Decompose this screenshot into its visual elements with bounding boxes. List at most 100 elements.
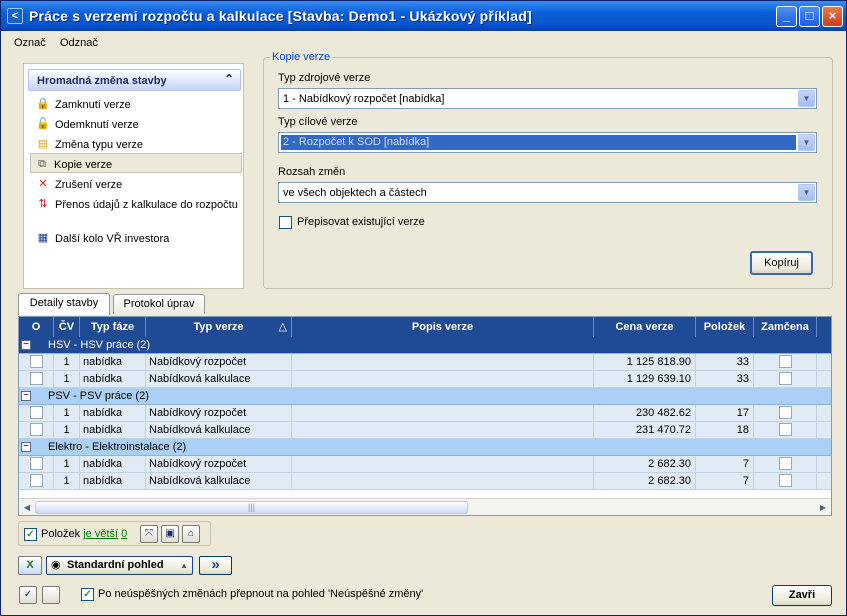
row-checkbox[interactable] [29, 457, 43, 470]
title-bar[interactable]: < Práce s verzemi rozpočtu a kalkulace [… [1, 1, 846, 31]
task-copy-version[interactable]: ⧉ Kopie verze [30, 153, 242, 173]
menu-item-oznac[interactable]: Označ [14, 37, 46, 49]
row-checkbox[interactable] [29, 423, 43, 436]
locked-checkbox[interactable] [778, 457, 792, 470]
cell-zamcena[interactable] [754, 354, 817, 371]
app-icon: < [7, 8, 23, 24]
task-label: Zamknutí verze [55, 99, 131, 111]
col-o[interactable]: O [19, 317, 54, 337]
col-popis-verze[interactable]: Popis verze [292, 317, 594, 337]
task-lock-version[interactable]: 🔒 Zamknutí verze [32, 94, 242, 114]
locked-checkbox[interactable] [778, 406, 792, 419]
cell-zamcena[interactable] [754, 422, 817, 439]
col-polozek[interactable]: Položek [696, 317, 754, 337]
task-panel-header[interactable]: Hromadná změna stavby ⌃ [28, 69, 241, 91]
cell-cena: 231 470.72 [594, 422, 696, 439]
table-row[interactable]: 1 nabídka Nabídkový rozpočet 230 482.62 … [19, 405, 831, 422]
chevron-down-icon[interactable]: ▼ [798, 134, 815, 151]
tab-detaily-stavby[interactable]: Detaily stavby [18, 293, 110, 315]
col-zamcena[interactable]: Zamčena [754, 317, 817, 337]
copy-icon: ⧉ [38, 158, 46, 170]
row-select[interactable] [19, 354, 54, 371]
unlock-icon: 🔓 [36, 118, 50, 130]
cell-zamcena[interactable] [754, 456, 817, 473]
task-next-round[interactable]: ▦ Další kolo VŘ investora [32, 228, 242, 248]
cell-zamcena[interactable] [754, 371, 817, 388]
cell-zamcena[interactable] [754, 473, 817, 490]
overwrite-label: Přepisovat existující verze [297, 216, 425, 228]
cell-cena: 1 129 639.10 [594, 371, 696, 388]
table-row[interactable]: 1 nabídka Nabídkový rozpočet 1 125 818.9… [19, 354, 831, 371]
minimize-button[interactable]: _ [776, 6, 797, 27]
row-select[interactable] [19, 371, 54, 388]
scroll-left-icon[interactable]: ◀ [20, 501, 34, 514]
maximize-button[interactable]: □ [799, 6, 820, 27]
col-cv[interactable]: ČV [54, 317, 80, 337]
collapse-group-icon[interactable]: − [21, 391, 31, 401]
chevron-down-icon[interactable]: ▼ [798, 184, 815, 201]
task-delete-version[interactable]: ✕ Zrušení verze [32, 174, 242, 194]
chevron-down-icon[interactable]: ▼ [798, 90, 815, 107]
locked-checkbox[interactable] [778, 372, 792, 385]
group-label: Elektro - Elektroinstalace (2) [48, 441, 187, 453]
task-panel-title: Hromadná změna stavby [37, 75, 167, 87]
locked-checkbox[interactable] [778, 423, 792, 436]
scope-select[interactable]: ve všech objektech a částech ▼ [278, 182, 817, 203]
view-selector-button[interactable]: ◉ Standardní pohled ▲ [46, 556, 193, 575]
close-window-button[interactable]: × [822, 6, 843, 27]
tab-protokol-uprav[interactable]: Protokol úprav [113, 294, 205, 314]
forward-button[interactable]: » [199, 556, 232, 575]
col-cena-verze[interactable]: Cena verze [594, 317, 696, 337]
locked-checkbox[interactable] [778, 474, 792, 487]
check-all-button[interactable]: ✓ [19, 586, 37, 604]
locked-checkbox[interactable] [778, 355, 792, 368]
overwrite-checkbox[interactable] [279, 216, 292, 229]
row-checkbox[interactable] [29, 355, 43, 368]
col-typ-faze[interactable]: Typ fáze [80, 317, 146, 337]
scroll-thumb[interactable]: ||| [35, 501, 468, 514]
apply-filter-button[interactable]: ⤧ [140, 525, 158, 543]
save-filter-button[interactable]: ▣ [161, 525, 179, 543]
task-unlock-version[interactable]: 🔓 Odemknutí verze [32, 114, 242, 134]
cell-polozek: 18 [696, 422, 754, 439]
collapse-group-icon[interactable]: − [21, 340, 31, 350]
menu-item-odznac[interactable]: Odznač [60, 37, 98, 49]
table-row[interactable]: 1 nabídka Nabídková kalkulace 2 682.30 7 [19, 473, 831, 490]
group-row[interactable]: − Elektro - Elektroinstalace (2) [19, 439, 831, 456]
source-type-select[interactable]: 1 - Nabídkový rozpočet [nabídka] ▼ [278, 88, 817, 109]
cell-zamcena[interactable] [754, 405, 817, 422]
horizontal-scrollbar[interactable]: ◀ ||| ▶ [19, 498, 831, 515]
task-change-type[interactable]: ▤ Změna typu verze [32, 134, 242, 154]
filter-checkbox[interactable]: ✓ [24, 528, 37, 541]
target-type-select[interactable]: 2 - Rozpočet k SOD [nabídka] ▼ [278, 132, 817, 153]
close-button[interactable]: Zavři [772, 585, 832, 606]
filter-value-link[interactable]: 0 [121, 528, 127, 540]
row-select[interactable] [19, 405, 54, 422]
group-label: HSV - HSV práce (2) [48, 339, 151, 351]
switch-view-label: Po neúspěšných změnách přepnout na pohle… [98, 588, 424, 600]
cell-polozek: 7 [696, 473, 754, 490]
collapse-group-icon[interactable]: − [21, 442, 31, 452]
scope-value: ve všech objektech a částech [283, 187, 427, 199]
group-row[interactable]: − PSV - PSV práce (2) [19, 388, 831, 405]
home-filter-button[interactable]: ⌂ [182, 525, 200, 543]
filter-operator-link[interactable]: je větší [83, 528, 118, 540]
group-row[interactable]: − HSV - HSV práce (2) [19, 337, 831, 354]
collapse-icon[interactable]: ⌃ [224, 72, 234, 86]
row-select[interactable] [19, 456, 54, 473]
row-checkbox[interactable] [29, 372, 43, 385]
copy-button[interactable]: Kopíruj [750, 251, 813, 275]
table-row[interactable]: 1 nabídka Nabídková kalkulace 1 129 639.… [19, 371, 831, 388]
row-select[interactable] [19, 422, 54, 439]
row-select[interactable] [19, 473, 54, 490]
table-row[interactable]: 1 nabídka Nabídková kalkulace 231 470.72… [19, 422, 831, 439]
scroll-right-icon[interactable]: ▶ [816, 501, 830, 514]
uncheck-all-button[interactable] [42, 586, 60, 604]
table-row[interactable]: 1 nabídka Nabídkový rozpočet 2 682.30 7 [19, 456, 831, 473]
row-checkbox[interactable] [29, 474, 43, 487]
row-checkbox[interactable] [29, 406, 43, 419]
excel-export-button[interactable]: X [18, 556, 42, 575]
switch-view-checkbox[interactable]: ✓ [81, 588, 94, 601]
task-transfer-data[interactable]: ⇅ Přenos údajů z kalkulace do rozpočtu [32, 194, 242, 228]
col-typ-verze[interactable]: Typ verze △ [146, 317, 292, 337]
